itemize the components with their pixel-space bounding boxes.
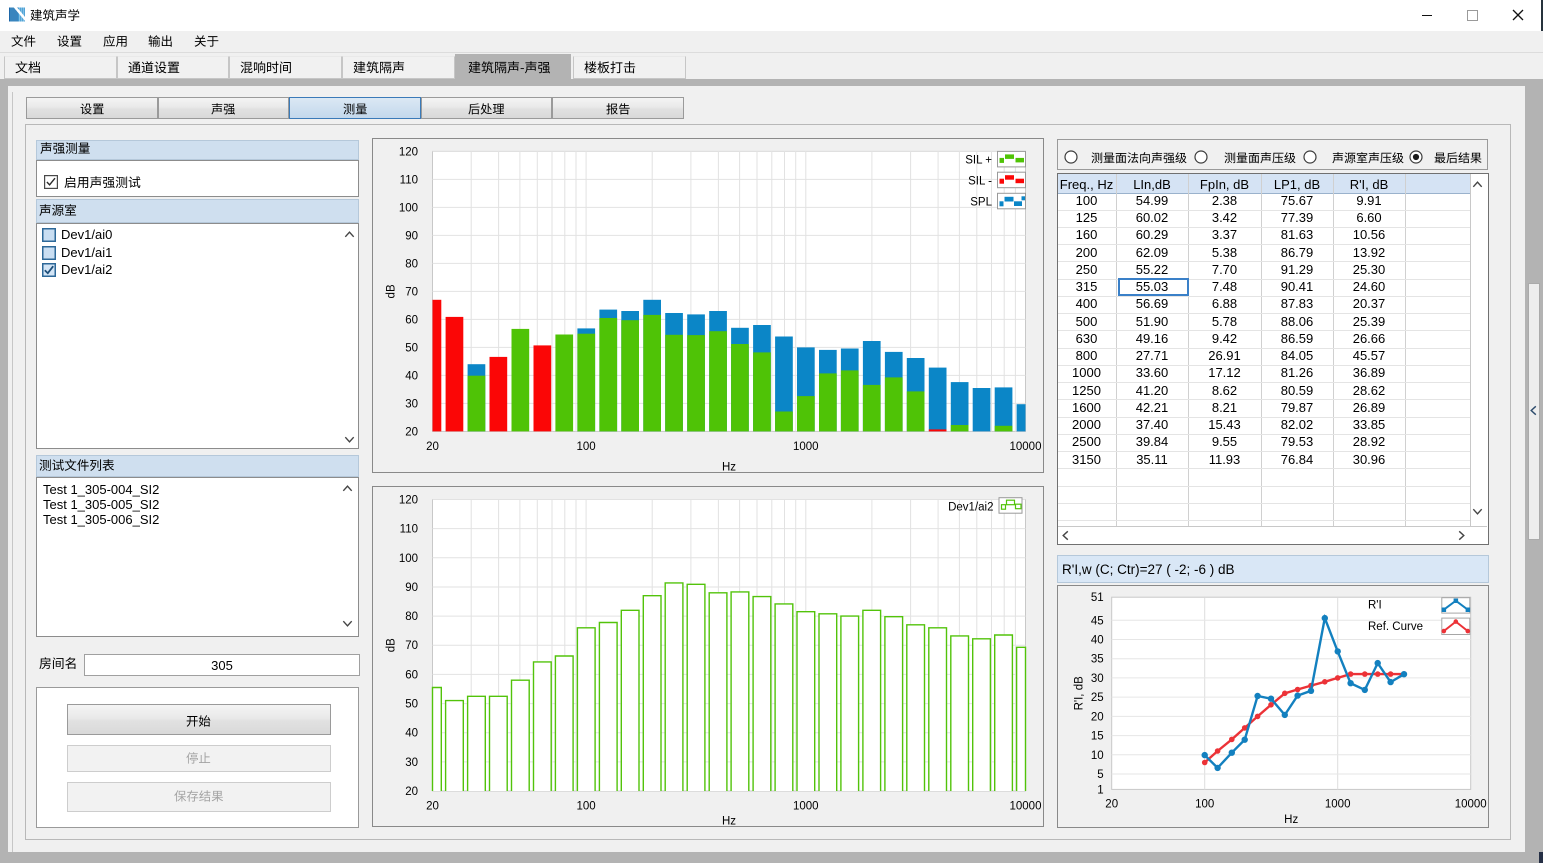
svg-text:70: 70 xyxy=(405,640,418,652)
svg-text:Hz: Hz xyxy=(1284,814,1298,826)
svg-text:10000: 10000 xyxy=(1010,800,1042,812)
svg-text:100: 100 xyxy=(577,441,596,453)
svg-text:20: 20 xyxy=(1105,799,1118,811)
svg-text:100: 100 xyxy=(399,202,418,214)
svg-text:50: 50 xyxy=(405,342,418,354)
svg-text:Ref. Curve: Ref. Curve xyxy=(1368,621,1423,633)
svg-text:Dev1/ai2: Dev1/ai2 xyxy=(948,502,993,514)
svg-text:1: 1 xyxy=(1097,784,1103,796)
svg-text:100: 100 xyxy=(399,553,418,565)
svg-text:110: 110 xyxy=(400,174,418,186)
svg-text:30: 30 xyxy=(405,398,418,410)
svg-text:SPL: SPL xyxy=(970,196,992,208)
svg-text:30: 30 xyxy=(405,757,418,769)
svg-text:70: 70 xyxy=(405,286,418,298)
svg-text:100: 100 xyxy=(577,800,596,812)
svg-text:20: 20 xyxy=(405,786,418,798)
svg-text:R'I: R'I xyxy=(1368,600,1382,612)
svg-text:10: 10 xyxy=(1091,750,1104,762)
svg-text:20: 20 xyxy=(426,441,439,453)
svg-text:80: 80 xyxy=(405,258,418,270)
svg-text:SIL -: SIL - xyxy=(968,175,992,187)
svg-text:1000: 1000 xyxy=(793,800,819,812)
svg-text:20: 20 xyxy=(426,800,439,812)
svg-text:1000: 1000 xyxy=(793,441,819,453)
svg-text:40: 40 xyxy=(1091,635,1104,647)
svg-text:120: 120 xyxy=(399,146,418,158)
svg-text:45: 45 xyxy=(1091,615,1104,627)
svg-text:30: 30 xyxy=(1091,673,1104,685)
svg-text:20: 20 xyxy=(405,426,418,438)
svg-text:100: 100 xyxy=(1195,799,1214,811)
svg-text:80: 80 xyxy=(405,611,418,623)
svg-text:25: 25 xyxy=(1091,692,1104,704)
svg-text:110: 110 xyxy=(400,524,418,536)
svg-text:10000: 10000 xyxy=(1455,799,1487,811)
svg-text:90: 90 xyxy=(405,230,418,242)
svg-text:51: 51 xyxy=(1091,592,1104,604)
svg-text:Hz: Hz xyxy=(722,816,736,828)
svg-text:120: 120 xyxy=(399,495,418,507)
svg-text:dB: dB xyxy=(386,284,398,298)
svg-text:60: 60 xyxy=(405,314,418,326)
svg-text:dB: dB xyxy=(386,638,398,652)
svg-text:Hz: Hz xyxy=(722,461,736,473)
svg-text:35: 35 xyxy=(1091,654,1104,666)
svg-text:SIL +: SIL + xyxy=(965,154,992,166)
svg-text:40: 40 xyxy=(405,370,418,382)
svg-text:1000: 1000 xyxy=(1325,799,1351,811)
svg-text:15: 15 xyxy=(1091,731,1104,743)
svg-text:90: 90 xyxy=(405,582,418,594)
svg-text:R'I, dB: R'I, dB xyxy=(1074,676,1086,710)
svg-text:5: 5 xyxy=(1097,769,1103,781)
svg-text:50: 50 xyxy=(405,699,418,711)
svg-text:10000: 10000 xyxy=(1010,441,1042,453)
svg-text:40: 40 xyxy=(405,728,418,740)
svg-text:60: 60 xyxy=(405,669,418,681)
svg-text:20: 20 xyxy=(1091,711,1104,723)
